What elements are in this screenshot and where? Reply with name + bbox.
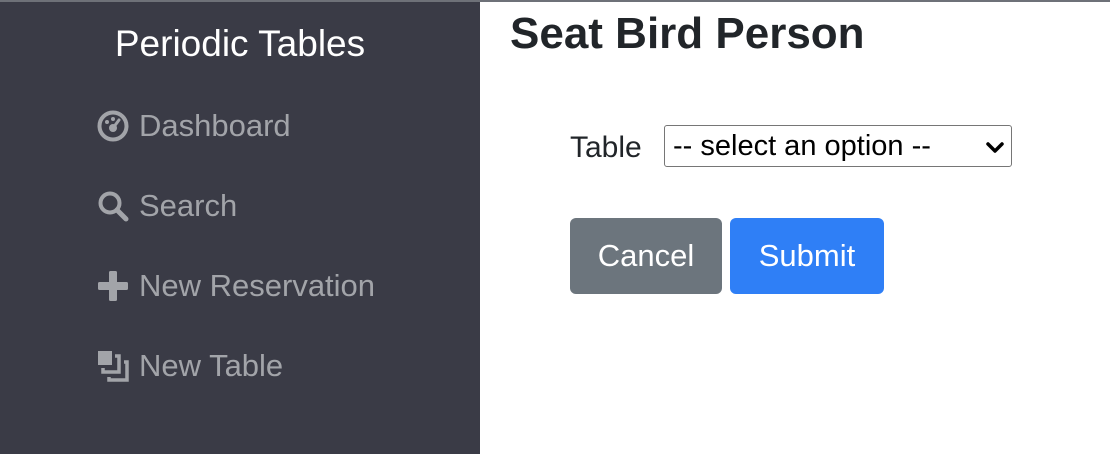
sidebar-item-new-table[interactable]: New Table xyxy=(97,346,283,386)
table-select[interactable]: -- select an option -- xyxy=(664,125,1012,167)
sidebar-item-search[interactable]: Search xyxy=(97,186,237,226)
cancel-button[interactable]: Cancel xyxy=(570,218,722,294)
brand-title[interactable]: Periodic Tables xyxy=(0,22,480,66)
layers-icon xyxy=(97,349,131,383)
chevron-down-icon xyxy=(985,130,1005,163)
main-content: Seat Bird Person Table -- select an opti… xyxy=(480,2,1110,454)
sidebar-item-label: New Reservation xyxy=(139,268,376,303)
page-title: Seat Bird Person xyxy=(510,9,865,58)
sidebar-item-dashboard[interactable]: Dashboard xyxy=(97,106,291,146)
submit-button[interactable]: Submit xyxy=(730,218,884,294)
sidebar-item-label: New Table xyxy=(139,348,284,383)
table-select-value: -- select an option -- xyxy=(673,129,931,162)
sidebar-item-label: Search xyxy=(139,188,238,223)
sidebar-item-new-reservation[interactable]: New Reservation xyxy=(97,266,375,306)
search-icon xyxy=(97,189,131,223)
sidebar: Periodic Tables Dashboard Search New Res… xyxy=(0,2,480,454)
plus-icon xyxy=(97,269,131,303)
sidebar-item-label: Dashboard xyxy=(139,108,291,143)
table-label: Table xyxy=(570,131,642,164)
dashboard-icon xyxy=(97,109,131,143)
